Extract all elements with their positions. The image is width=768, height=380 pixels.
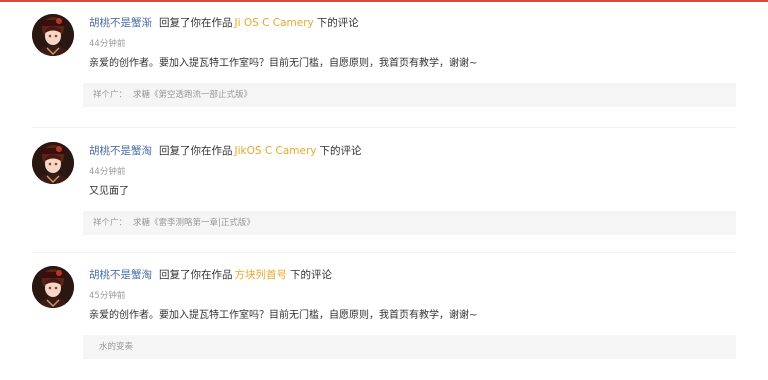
comment-reply-feed: 胡桃不是蟹渐 回复了你在作品 Ji OS C Camery 下的评论 44分钟前 亲爱… bbox=[0, 0, 768, 376]
comment-body: 亲爱的创作者。要加入提瓦特工作室吗？目前无门槛，自愿原则，我首页有教学，谢谢~ bbox=[89, 58, 478, 69]
reply-verb: 回复了你在作品 bbox=[159, 269, 233, 281]
user-avatar-icon[interactable] bbox=[32, 14, 74, 56]
reply-verb: 回复了你在作品 bbox=[159, 145, 233, 157]
user-avatar-icon[interactable] bbox=[32, 142, 74, 184]
work-title-link[interactable]: JikOS C Camery bbox=[235, 145, 317, 157]
nickname-link[interactable]: 胡桃不是蟹淘 bbox=[89, 145, 152, 157]
quoted-comment-box[interactable]: 水的变奏 bbox=[83, 335, 736, 359]
comment-body: 又见面了 bbox=[89, 186, 129, 197]
quoted-comment: 祥个广： 求糖《第空透跑流一部止式版》 bbox=[93, 89, 252, 101]
work-title-link[interactable]: 方块列首号 bbox=[235, 269, 288, 281]
timestamp: 44分钟前 bbox=[89, 167, 126, 177]
comment-body: 亲爱的创作者。要加入提瓦特工作室吗？目前无门槛，自愿原则，我首页有教学，谢谢~ bbox=[89, 310, 478, 321]
reply-tail: 下的评论 bbox=[316, 17, 359, 29]
quoted-comment: 祥个广： 求糖《雷李测略第一章|正式版》 bbox=[93, 217, 255, 229]
quote-label: 祥个广： bbox=[93, 218, 128, 228]
reply-verb: 回复了你在作品 bbox=[159, 17, 233, 29]
quoted-comment-box[interactable]: 祥个广： 求糖《第空透跑流一部止式版》 bbox=[83, 83, 736, 107]
reply-header: 胡桃不是蟹淘 回复了你在作品 方块列首号 下的评论 bbox=[89, 268, 332, 282]
timestamp: 45分钟前 bbox=[89, 291, 126, 301]
list-item: 胡桃不是蟹淘 回复了你在作品 方块列首号 下的评论 45分钟前 亲爱的创作者。要加入提… bbox=[0, 262, 768, 380]
reply-tail: 下的评论 bbox=[290, 269, 332, 281]
reply-tail: 下的评论 bbox=[319, 145, 362, 157]
quote-label: 祥个广： bbox=[93, 90, 128, 100]
divider bbox=[32, 127, 736, 128]
quoted-comment: 水的变奏 bbox=[93, 341, 133, 353]
divider bbox=[32, 252, 736, 253]
nickname-link[interactable]: 胡桃不是蟹渐 bbox=[89, 17, 152, 29]
work-title-link[interactable]: Ji OS C Camery bbox=[235, 17, 314, 29]
quote-content: 求糖《第空透跑流一部止式版》 bbox=[133, 90, 253, 100]
timestamp: 44分钟前 bbox=[89, 39, 126, 49]
reply-header: 胡桃不是蟹渐 回复了你在作品 Ji OS C Camery 下的评论 bbox=[89, 16, 359, 30]
reply-header: 胡桃不是蟹淘 回复了你在作品 JikOS C Camery 下的评论 bbox=[89, 144, 362, 158]
list-item: 胡桃不是蟹淘 回复了你在作品 JikOS C Camery 下的评论 44分钟前 又见… bbox=[0, 138, 768, 256]
quote-content: 水的变奏 bbox=[99, 342, 134, 352]
quoted-comment-box[interactable]: 祥个广： 求糖《雷李测略第一章|正式版》 bbox=[83, 211, 736, 235]
list-item: 胡桃不是蟹渐 回复了你在作品 Ji OS C Camery 下的评论 44分钟前 亲爱… bbox=[0, 10, 768, 128]
quote-content: 求糖《雷李测略第一章|正式版》 bbox=[133, 218, 255, 228]
nickname-link[interactable]: 胡桃不是蟹淘 bbox=[89, 269, 152, 281]
user-avatar-icon[interactable] bbox=[32, 266, 74, 308]
